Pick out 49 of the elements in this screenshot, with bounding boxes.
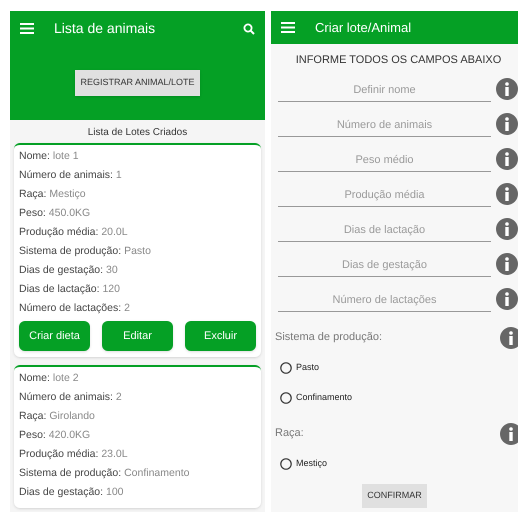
lot-field: Raça: Girolando (19, 407, 256, 426)
lot-field: Número de animais: 2 (19, 388, 256, 407)
input-field[interactable]: Número de animais (278, 117, 491, 137)
radio-option[interactable]: Confinamento (271, 382, 518, 412)
lot-field: Sistema de produção: Pasto (19, 242, 256, 261)
app-title: Criar lote/Animal (315, 18, 412, 37)
lot-field: Dias de gestação: 30 (19, 261, 256, 280)
radio-icon[interactable] (280, 392, 292, 404)
info-icon[interactable] (496, 78, 518, 100)
menu-icon[interactable] (20, 23, 34, 34)
info-icon[interactable] (500, 326, 518, 348)
info-icon[interactable] (496, 113, 518, 135)
search-icon[interactable] (243, 22, 255, 34)
input-field[interactable]: Peso médio (278, 152, 491, 172)
radio-icon[interactable] (280, 362, 292, 374)
info-icon[interactable] (496, 218, 518, 240)
lot-field: Produção média: 20.0L (19, 223, 256, 242)
lot-field: Nome: lote 1 (19, 147, 256, 166)
menu-icon[interactable] (281, 22, 295, 33)
lot-field: Dias de lactação: 120 (19, 280, 256, 299)
radio-option[interactable]: Mestiço (271, 448, 518, 478)
lot-field: Sistema de produção: Confinamento (19, 464, 256, 483)
lot-field: Peso: 420.0KG (19, 426, 256, 445)
input-field[interactable]: Definir nome (278, 82, 491, 102)
input-field[interactable]: Dias de lactação (278, 222, 491, 242)
form-heading: INFORME TODOS OS CAMPOS ABAIXO (294, 53, 502, 68)
lot-field: Produção média: 23.0L (19, 445, 256, 464)
confirm-button[interactable]: CONFIRMAR (362, 484, 427, 508)
lot-field: Raça: Mestiço (19, 185, 256, 204)
input-field[interactable]: Número de lactações (278, 292, 491, 312)
info-icon[interactable] (496, 253, 518, 275)
radio-option[interactable]: Pasto (271, 352, 518, 382)
lot-field: Número de animais: 1 (19, 166, 256, 185)
group-label: Raça: (275, 426, 304, 442)
info-icon[interactable] (496, 288, 518, 310)
lot-field: Número de lactações: 2 (19, 299, 256, 318)
input-field[interactable]: Produção média (278, 187, 491, 207)
register-button[interactable]: REGISTRAR ANIMAL/LOTE (75, 70, 200, 96)
info-icon[interactable] (496, 183, 518, 205)
lot-field: Peso: 450.0KG (19, 204, 256, 223)
lot-field: Nome: lote 2 (19, 369, 256, 388)
list-heading: Lista de Lotes Criados (86, 126, 188, 140)
radio-icon[interactable] (280, 458, 292, 470)
lot-field: Dias de gestação: 100 (19, 483, 256, 502)
group-label: Sistema de produção: (275, 330, 382, 346)
input-field[interactable]: Dias de gestação (278, 257, 491, 277)
app-title: Lista de animais (54, 19, 156, 38)
info-icon[interactable] (500, 422, 518, 444)
info-icon[interactable] (496, 148, 518, 170)
